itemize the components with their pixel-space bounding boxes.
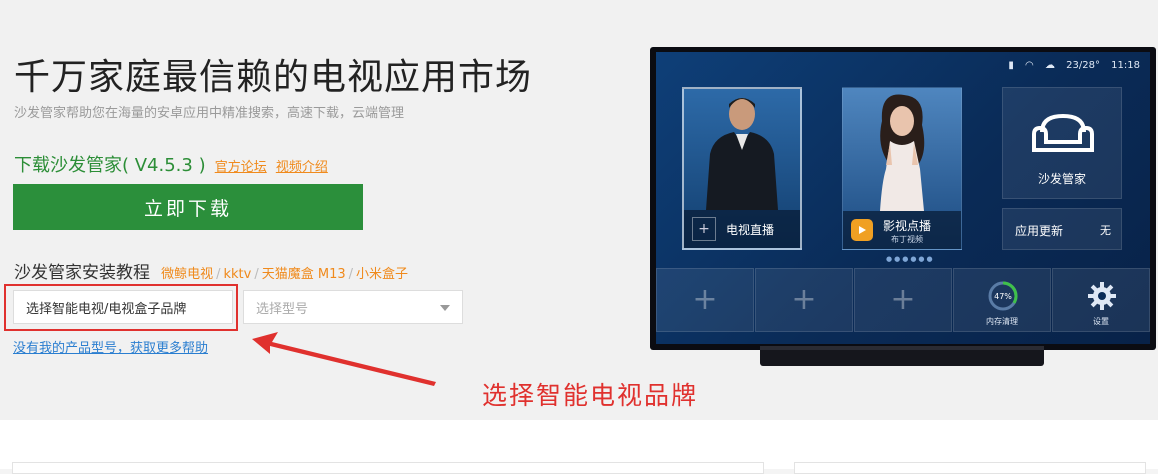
tv-status-bar: ▮ ◠ ☁ 23/28° 11:18: [1000, 60, 1140, 71]
download-row: 下载沙发管家( V4.5.3 ) 官方论坛 视频介绍: [14, 151, 328, 177]
man-portrait-icon: [706, 98, 778, 210]
play-icon: [851, 219, 873, 241]
usb-icon: ▮: [1008, 60, 1014, 71]
annotation-arrow-icon: [252, 332, 436, 386]
forum-link[interactable]: 官方论坛: [215, 160, 267, 175]
page-subtitle: 沙发管家帮助您在海量的安卓应用中精准搜索，高速下载，云端管理: [14, 106, 405, 121]
tutorial-link-kktv[interactable]: kktv: [224, 267, 252, 282]
annotation-text: 选择智能电视品牌: [482, 381, 699, 410]
tutorial-row: 沙发管家安装教程 微鲸电视 / kktv / 天猫魔盒 M13/小米盒子: [14, 258, 408, 283]
tutorial-separator: /: [216, 267, 221, 282]
tv-tile-sofa: 沙发管家: [1002, 87, 1122, 199]
tv-tile-settings-label: 设置: [1093, 317, 1109, 326]
plus-icon: +: [692, 217, 716, 241]
chevron-down-icon: [440, 305, 450, 311]
tv-clock: 11:18: [1111, 60, 1140, 71]
tv-stand: [760, 350, 1044, 366]
tv-temperature: 23/28°: [1066, 60, 1100, 71]
gear-icon: [1088, 282, 1116, 310]
tv-tile-memory-label: 内存清理: [986, 317, 1018, 326]
tv-tile-update-label: 应用更新: [1015, 224, 1064, 238]
model-select-placeholder: 选择型号: [256, 301, 309, 317]
tutorial-separator: /: [254, 267, 259, 282]
annotation-highlight-box: [4, 284, 238, 331]
download-now-button[interactable]: 立即下载: [13, 184, 363, 230]
tutorial-link-tmall-box[interactable]: 天猫魔盒 M13: [262, 267, 346, 282]
tv-tile-vod-sublabel: 布丁视频: [891, 235, 923, 244]
tv-tile-vod: 影视点播 布丁视频: [842, 87, 962, 250]
tv-tile-update-badge: 无: [1100, 224, 1111, 237]
tv-tile-live-label: 电视直播: [726, 222, 775, 237]
memory-percent: 47%: [994, 292, 1012, 301]
memory-gauge-icon: 47%: [988, 281, 1018, 311]
tutorial-label: 沙发管家安装教程: [14, 263, 150, 283]
more-help-link[interactable]: 没有我的产品型号，获取更多帮助: [13, 337, 208, 356]
weather-icon: ☁: [1044, 60, 1055, 71]
tv-tile-live-caption: + 电视直播: [684, 210, 800, 248]
woman-portrait-icon: [880, 94, 925, 211]
carousel-dots: ●●●●●●: [886, 255, 935, 263]
content-card-left: [12, 462, 764, 474]
content-card-right: [794, 462, 1146, 474]
wifi-icon: ◠: [1025, 60, 1034, 71]
video-intro-link[interactable]: 视频介绍: [276, 160, 328, 175]
tv-tile-vod-caption: 影视点播 布丁视频: [843, 211, 961, 249]
page-title: 千万家庭最信赖的电视应用市场: [14, 57, 533, 98]
plus-icon: +: [791, 282, 817, 317]
download-version-label: 下载沙发管家( V4.5.3 ): [14, 155, 206, 176]
plus-icon: +: [692, 282, 718, 317]
tv-tile-settings: 设置: [1052, 268, 1150, 332]
tv-tile-empty-1: +: [656, 268, 754, 332]
tv-tile-vod-label: 影视点播: [883, 218, 932, 233]
tutorial-link-mi-box[interactable]: 小米盒子: [356, 267, 408, 282]
tv-tile-empty-3: +: [854, 268, 952, 332]
tv-tile-live: + 电视直播: [682, 87, 802, 250]
tutorial-link-whaley[interactable]: 微鲸电视: [161, 267, 213, 282]
sofa-icon: [1032, 113, 1094, 152]
plus-icon: +: [890, 282, 916, 317]
tv-tile-sofa-label: 沙发管家: [1037, 172, 1086, 186]
model-select[interactable]: 选择型号: [243, 290, 463, 324]
tv-tile-memory: 47% 内存清理: [953, 268, 1051, 332]
tv-screen: ▮ ◠ ☁ 23/28° 11:18 + 电视直播 影视点播 布丁视频 沙发管家…: [656, 52, 1150, 344]
tv-tile-empty-2: +: [755, 268, 853, 332]
tv-tile-update: 应用更新 无: [1002, 208, 1122, 250]
tutorial-separator: /: [348, 267, 354, 282]
